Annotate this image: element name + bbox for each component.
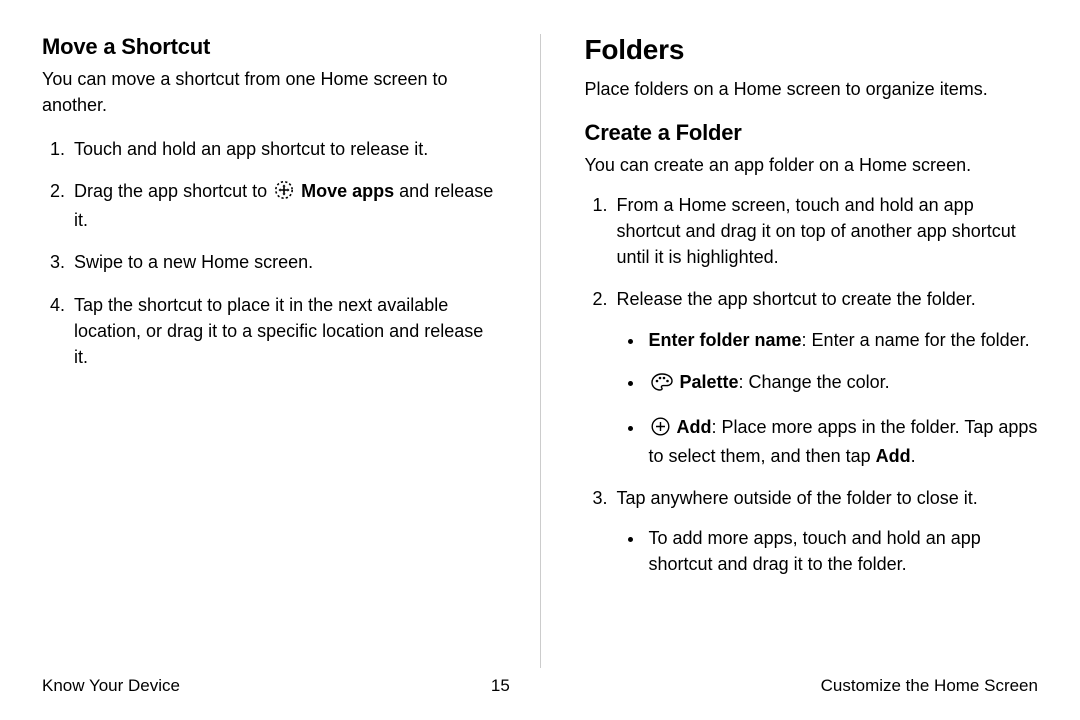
cf-step-2-bullets: Enter folder name: Enter a name for the …: [617, 327, 1039, 469]
step-3: Swipe to a new Home screen.: [70, 249, 496, 275]
page-number: 15: [491, 676, 510, 696]
step-4: Tap the shortcut to place it in the next…: [70, 292, 496, 370]
cf-step-3-b1: To add more apps, touch and hold an app …: [645, 525, 1039, 577]
cf-step-3-text: Tap anywhere outside of the folder to cl…: [617, 488, 978, 508]
move-apps-label: Move apps: [301, 181, 394, 201]
move-shortcut-heading: Move a Shortcut: [42, 34, 496, 60]
folders-lead: Place folders on a Home screen to organi…: [585, 76, 1039, 102]
move-shortcut-lead: You can move a shortcut from one Home sc…: [42, 66, 496, 118]
cf-step-3: Tap anywhere outside of the folder to cl…: [613, 485, 1039, 577]
move-shortcut-steps: Touch and hold an app shortcut to releas…: [42, 136, 496, 370]
footer-right: Customize the Home Screen: [821, 676, 1038, 696]
add-icon: [651, 417, 670, 443]
enter-name-rest: : Enter a name for the folder.: [802, 330, 1030, 350]
content-area: Move a Shortcut You can move a shortcut …: [42, 34, 1038, 668]
folders-heading: Folders: [585, 34, 1039, 66]
step-2-pre: Drag the app shortcut to: [74, 181, 272, 201]
create-folder-lead: You can create an app folder on a Home s…: [585, 152, 1039, 178]
right-column: Folders Place folders on a Home screen t…: [585, 34, 1039, 668]
cf-step-2: Release the app shortcut to create the f…: [613, 286, 1039, 468]
palette-label: Palette: [680, 372, 739, 392]
add-end: Add: [876, 446, 911, 466]
palette-icon: [651, 372, 673, 398]
create-folder-steps: From a Home screen, touch and hold an ap…: [585, 192, 1039, 577]
cf-step-1: From a Home screen, touch and hold an ap…: [613, 192, 1039, 270]
add-dot: .: [911, 446, 916, 466]
page-footer: Know Your Device 15 Customize the Home S…: [42, 668, 1038, 696]
footer-left: Know Your Device: [42, 676, 180, 696]
bullet-add: Add: Place more apps in the folder. Tap …: [645, 414, 1039, 469]
step-1: Touch and hold an app shortcut to releas…: [70, 136, 496, 162]
bullet-enter-name: Enter folder name: Enter a name for the …: [645, 327, 1039, 353]
enter-name-label: Enter folder name: [649, 330, 802, 350]
step-2: Drag the app shortcut to Move apps and r…: [70, 178, 496, 233]
move-apps-icon: [274, 180, 294, 207]
bullet-palette: Palette: Change the color.: [645, 369, 1039, 398]
create-folder-heading: Create a Folder: [585, 120, 1039, 146]
palette-rest: : Change the color.: [739, 372, 890, 392]
cf-step-3-bullets: To add more apps, touch and hold an app …: [617, 525, 1039, 577]
add-label: Add: [677, 417, 712, 437]
left-column: Move a Shortcut You can move a shortcut …: [42, 34, 496, 668]
column-divider: [540, 34, 541, 668]
cf-step-2-text: Release the app shortcut to create the f…: [617, 289, 976, 309]
